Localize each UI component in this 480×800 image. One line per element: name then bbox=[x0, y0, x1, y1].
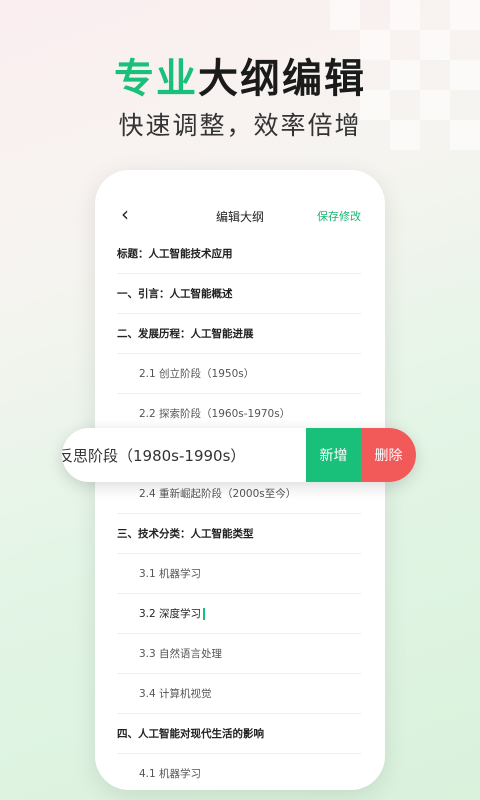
outline-item-text: 三、技术分类：人工智能类型 bbox=[117, 528, 254, 540]
outline-item-text: 4.1 机器学习 bbox=[139, 768, 202, 780]
swiped-item-text: 反思阶段（1980s-1990s） bbox=[62, 447, 246, 465]
outline-item[interactable]: 3.1 机器学习 bbox=[117, 554, 361, 594]
outline-item[interactable]: 3.4 计算机视觉 bbox=[117, 674, 361, 714]
save-changes-button[interactable]: 保存修改 bbox=[317, 208, 361, 224]
outline-item[interactable]: 三、技术分类：人工智能类型 bbox=[117, 514, 361, 554]
outline-list: 标题：人工智能技术应用 一、引言：人工智能概述 二、发展历程：人工智能进展 2.… bbox=[117, 234, 361, 790]
outline-item[interactable]: 2.1 创立阶段（1950s） bbox=[117, 354, 361, 394]
outline-item-text: 一、引言：人工智能概述 bbox=[117, 288, 233, 300]
outline-item-text: 二、发展历程：人工智能进展 bbox=[117, 328, 254, 340]
outline-item-text: 3.2 深度学习 bbox=[139, 608, 202, 620]
outline-item[interactable]: 一、引言：人工智能概述 bbox=[117, 274, 361, 314]
add-button[interactable]: 新增 bbox=[306, 428, 361, 482]
promo-subline: 快速调整，效率倍增 bbox=[118, 111, 362, 140]
delete-button[interactable]: 删除 bbox=[361, 428, 416, 482]
outline-item-text: 3.1 机器学习 bbox=[139, 568, 202, 580]
promo-headline: 专业大纲编辑 bbox=[0, 46, 480, 104]
outline-item-text: 标题：人工智能技术应用 bbox=[117, 248, 233, 260]
outline-item-text: 2.4 重新崛起阶段（2000s至今） bbox=[139, 488, 297, 500]
outline-item[interactable]: 3.3 自然语言处理 bbox=[117, 634, 361, 674]
text-cursor bbox=[203, 607, 205, 620]
outline-item-text: 3.3 自然语言处理 bbox=[139, 648, 223, 660]
outline-item-title[interactable]: 标题：人工智能技术应用 bbox=[117, 234, 361, 274]
outline-item-text: 3.4 计算机视觉 bbox=[139, 688, 212, 700]
swiped-outline-item[interactable]: 反思阶段（1980s-1990s） 新增 删除 bbox=[62, 428, 416, 482]
headline-accent: 专业 bbox=[114, 56, 198, 102]
nav-bar: ‹ 编辑大纲 保存修改 bbox=[95, 204, 385, 226]
outline-item-text: 2.1 创立阶段（1950s） bbox=[139, 368, 255, 380]
outline-item[interactable]: 二、发展历程：人工智能进展 bbox=[117, 314, 361, 354]
outline-item-text: 2.2 探索阶段（1960s-1970s） bbox=[139, 408, 291, 420]
outline-item[interactable]: 四、人工智能对现代生活的影响 bbox=[117, 714, 361, 754]
headline-rest: 大纲编辑 bbox=[198, 56, 366, 102]
outline-item-editing[interactable]: 3.2 深度学习 bbox=[117, 594, 361, 634]
outline-item[interactable]: 4.1 机器学习 bbox=[117, 754, 361, 790]
outline-item-text: 四、人工智能对现代生活的影响 bbox=[117, 728, 264, 740]
